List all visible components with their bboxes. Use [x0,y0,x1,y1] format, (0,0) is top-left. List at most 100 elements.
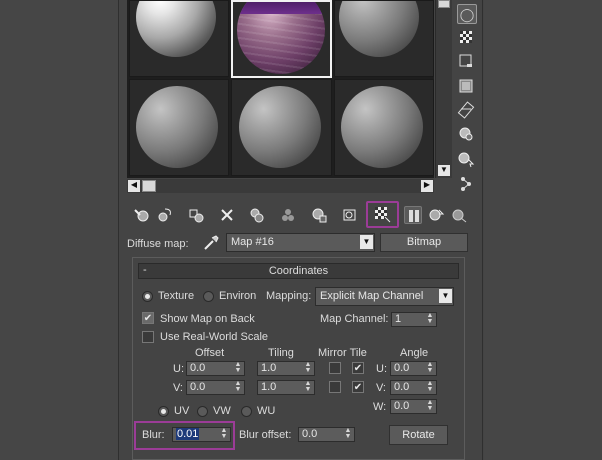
map-channel-field[interactable]: 1 ▲ ▼ [391,312,437,327]
scroll-right-arrow-icon[interactable]: ▶ [421,180,433,192]
spinner-icon[interactable]: ▲ ▼ [425,380,435,393]
u-angle-field[interactable]: 0.0 ▲ ▼ [390,361,437,376]
video-color-check-icon[interactable] [457,77,475,95]
spinner-icon[interactable]: ▲ ▼ [425,399,435,412]
map-name-dropdown[interactable]: Map #16 ▼ [226,233,375,252]
sample-slot-4[interactable] [129,79,229,176]
show-end-result-icon[interactable] [404,206,422,224]
put-to-library-icon[interactable] [279,206,297,224]
blur-label: Blur: [142,429,165,441]
make-unique-icon[interactable] [248,206,266,224]
scroll-thumb[interactable] [142,180,156,192]
w-angle-field[interactable]: 0.0 ▲ ▼ [390,399,437,414]
offset-header: Offset [195,347,225,359]
chevron-down-icon: ▼ [439,289,452,303]
show-map-on-back-checkbox[interactable]: ✔ [142,312,154,324]
rotate-button[interactable]: Rotate [389,425,448,445]
scroll-down-arrow-icon[interactable]: ▼ [438,165,450,176]
v-tile-checkbox[interactable]: ✔ [352,381,364,393]
v-tiling-field[interactable]: 1.0 ▲ ▼ [257,380,315,395]
u-tiling-field[interactable]: 1.0 ▲ ▼ [257,361,315,376]
texture-radio[interactable] [142,291,153,302]
spinner-icon[interactable]: ▲ ▼ [219,427,229,440]
diffuse-map-label: Diffuse map: [127,238,189,250]
v-offset-field[interactable]: 0.0 ▲ ▼ [186,380,245,395]
material-id-channel-icon[interactable] [310,206,328,224]
map-name-value: Map #16 [231,236,274,248]
assign-material-icon[interactable] [187,206,205,224]
slots-vertical-scrollbar[interactable]: ▼ [435,0,452,178]
put-to-scene-icon[interactable] [156,206,174,224]
sample-slots-grid [127,0,434,178]
blur-value: 0.01 [176,428,200,440]
scroll-thumb[interactable] [438,0,450,8]
reset-map-icon[interactable] [218,206,236,224]
go-to-parent-icon[interactable] [427,206,445,224]
chevron-down-icon: ▼ [360,235,373,249]
show-map-in-viewport-icon[interactable] [366,201,399,228]
sample-slot-active[interactable] [231,0,332,78]
slots-horizontal-scrollbar[interactable]: ◀ ▶ [127,179,434,193]
options-icon[interactable] [457,125,475,143]
make-preview-icon[interactable] [457,101,475,119]
rollout-title: Coordinates [268,265,329,277]
spinner-icon[interactable]: ▲ ▼ [425,361,435,374]
map-channel-label: Map Channel: [320,313,389,325]
spinner-icon[interactable]: ▲ ▼ [233,380,243,393]
tiling-header: Tiling [268,347,294,359]
spinner-icon[interactable]: ▲ ▼ [425,312,435,325]
environ-label: Environ [219,290,257,302]
background-icon[interactable] [457,28,475,46]
coordinates-rollout-header[interactable]: - Coordinates [138,263,459,279]
sample-sphere [239,86,321,168]
select-by-material-icon[interactable] [457,150,475,168]
u-offset-field[interactable]: 0.0 ▲ ▼ [186,361,245,376]
go-forward-to-sibling-icon[interactable] [450,206,468,224]
spinner-icon[interactable]: ▲ ▼ [303,361,313,374]
sample-sphere [136,86,218,168]
spinner-icon[interactable]: ▲ ▼ [303,380,313,393]
vw-label: VW [213,405,231,417]
v-label: V: [173,382,183,394]
v-angle-field[interactable]: 0.0 ▲ ▼ [390,380,437,395]
sample-sphere [341,86,423,168]
sample-sphere [339,1,419,57]
get-material-icon[interactable] [133,206,151,224]
spinner-icon[interactable]: ▲ ▼ [343,427,353,440]
angle-header: Angle [400,347,429,359]
uv-radio[interactable] [158,406,169,417]
eyedropper-icon[interactable] [202,233,220,251]
uv-label: UV [174,405,190,417]
sample-type-icon[interactable]: ◯ [457,4,477,24]
environ-radio[interactable] [203,291,214,302]
blur-field[interactable]: 0.01 ▲ ▼ [172,427,231,442]
material-map-navigator-icon[interactable] [457,174,475,192]
blur-offset-label: Blur offset: [239,429,292,441]
sample-slot-1[interactable] [129,0,229,77]
spinner-icon[interactable]: ▲ ▼ [233,361,243,374]
map-type-button[interactable]: Bitmap [380,233,468,252]
u-angle-label: U: [376,363,387,375]
sample-slot-3[interactable] [334,0,434,77]
sample-uv-tiling-icon[interactable] [457,52,475,70]
mapping-dropdown[interactable]: Explicit Map Channel ▼ [315,287,454,306]
w-angle-label: W: [373,401,387,413]
blur-offset-field[interactable]: 0.0 ▲ ▼ [298,427,355,442]
viewport-left-area [0,0,118,460]
textured-sample-sphere [237,2,325,74]
viewport-right-area [484,0,602,460]
u-mirror-checkbox[interactable] [329,362,341,374]
sample-slot-6[interactable] [334,79,434,176]
sample-slot-5[interactable] [231,79,332,176]
u-tile-checkbox[interactable]: ✔ [352,362,364,374]
v-angle-label: V: [376,382,386,394]
v-mirror-checkbox[interactable] [329,381,341,393]
use-real-world-scale-checkbox[interactable] [142,331,154,343]
u-label: U: [173,363,184,375]
scroll-left-arrow-icon[interactable]: ◀ [128,180,140,192]
mirror-tile-header: Mirror Tile [318,347,367,359]
vw-radio[interactable] [197,406,208,417]
wu-radio[interactable] [241,406,252,417]
mapping-label: Mapping: [266,290,312,302]
show-shaded-material-icon[interactable] [341,206,359,224]
